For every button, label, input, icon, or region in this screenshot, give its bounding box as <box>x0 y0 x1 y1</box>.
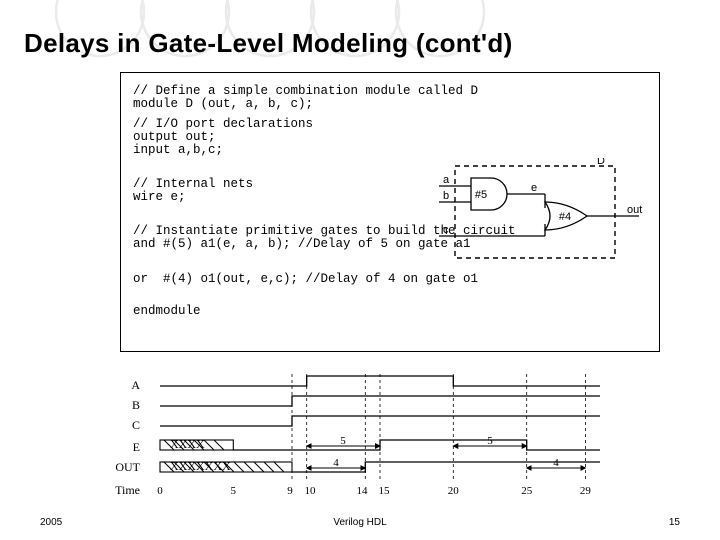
signal-label-out: OUT <box>115 460 140 474</box>
signal-label-c: C <box>132 418 140 432</box>
and-delay-label: #5 <box>475 189 487 201</box>
code-block-2: // I/O port declarations output out; inp… <box>133 118 313 157</box>
tick-14: 14 <box>357 485 369 497</box>
tick-15: 15 <box>379 485 391 497</box>
out-delay-rise: 4 <box>333 457 339 469</box>
footer-page-number: 15 <box>669 517 680 528</box>
tick-20: 20 <box>448 485 460 497</box>
diagram-input-c: c <box>443 224 449 236</box>
code-block-1: // Define a simple combination module ca… <box>133 85 478 111</box>
timing-diagram: A B C E XXXX OUT XXXXXXX <box>100 370 640 520</box>
diagram-input-b: b <box>443 190 449 202</box>
code-block-6: endmodule <box>133 305 201 318</box>
footer-title: Verilog HDL <box>333 517 386 528</box>
signal-label-b: B <box>132 398 140 412</box>
e-delay-fall: 5 <box>487 435 493 447</box>
time-axis-label: Time <box>115 483 140 497</box>
footer-year: 2005 <box>40 517 62 528</box>
or-delay-label: #4 <box>559 211 571 223</box>
out-delay-b: 4 <box>553 457 559 469</box>
diagram-signal-e: e <box>531 182 537 194</box>
tick-25: 25 <box>521 485 533 497</box>
slide: Delays in Gate-Level Modeling (cont'd) /… <box>0 0 720 540</box>
code-block-5: or #(4) o1(out, e,c); //Delay of 4 on ga… <box>133 273 478 286</box>
tick-0: 0 <box>157 485 163 497</box>
diagram-input-a: a <box>443 174 450 186</box>
slide-title: Delays in Gate-Level Modeling (cont'd) <box>24 28 513 59</box>
e-delay-rise: 5 <box>340 435 346 447</box>
code-block-3: // Internal nets wire e; <box>133 178 253 204</box>
code-box: // Define a simple combination module ca… <box>120 72 660 352</box>
diagram-module-label: D <box>597 158 605 167</box>
tick-9: 9 <box>287 485 293 497</box>
diagram-output-label: out <box>627 204 642 216</box>
signal-label-e: E <box>133 440 140 454</box>
tick-29: 29 <box>580 485 592 497</box>
signal-label-a: A <box>131 378 140 392</box>
tick-5: 5 <box>231 485 237 497</box>
circuit-diagram: D a b c #5 e #4 ou <box>435 158 645 268</box>
out-unknown: XXXXXXX <box>170 459 231 473</box>
tick-10: 10 <box>305 485 317 497</box>
e-unknown: XXXX <box>170 437 205 451</box>
